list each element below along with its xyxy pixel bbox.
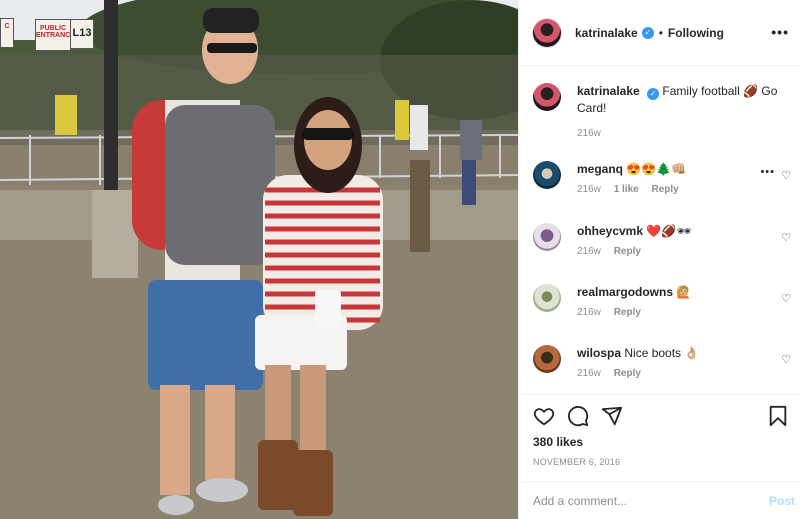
comment-time[interactable]: 216w — [577, 368, 601, 379]
comment-text: Nice boots 👌🏼 — [624, 346, 700, 360]
reply-button[interactable]: Reply — [614, 307, 641, 318]
heart-icon[interactable]: ♡ — [781, 353, 791, 366]
gate-number-sign: L13 — [70, 19, 94, 49]
comment-username[interactable]: meganq — [577, 162, 623, 176]
comment-options-icon[interactable]: ••• — [760, 166, 775, 178]
comment-username[interactable]: wilospa — [577, 346, 621, 360]
list-item: meganq 😍😍🌲👊🏼 216w 1 like Reply ••• ♡ — [533, 161, 791, 195]
reply-button[interactable]: Reply — [614, 368, 641, 379]
avatar[interactable] — [533, 18, 561, 47]
comments-list: katrinalake ✓ Family football 🏈 Go Card!… — [519, 67, 800, 394]
comment-text: ❤️🏈🕶 — [646, 224, 692, 238]
list-item: realmargodowns 🙋🏼 216w Reply ♡ — [533, 284, 791, 318]
public-entrance-sign: PUBLIC ENTRANCE — [35, 19, 75, 51]
heart-icon[interactable]: ♡ — [781, 292, 791, 305]
comment-text: 🙋🏼 — [676, 285, 692, 299]
instagram-post: C PUBLIC ENTRANCE L13 katrinalake ✓ • Fo… — [0, 0, 800, 519]
comment-time[interactable]: 216w — [577, 184, 601, 195]
share-icon[interactable] — [601, 405, 623, 427]
post-photo[interactable]: C PUBLIC ENTRANCE L13 — [0, 0, 518, 519]
following-button[interactable]: Following — [668, 26, 724, 40]
comment-time[interactable]: 216w — [577, 307, 601, 318]
comment-time[interactable]: 216w — [577, 246, 601, 257]
likes-count[interactable]: 380 likes — [533, 435, 583, 449]
comment-input[interactable]: Add a comment... — [533, 494, 627, 508]
verified-badge-icon: ✓ — [641, 26, 654, 39]
action-icons — [533, 405, 789, 429]
avatar[interactable] — [533, 161, 561, 189]
post-actions: 380 likes NOVEMBER 6, 2016 Add a comment… — [519, 394, 800, 518]
avatar[interactable] — [533, 284, 561, 312]
avatar[interactable] — [533, 223, 561, 251]
separator-dot: • — [658, 25, 663, 40]
reply-button[interactable]: Reply — [652, 184, 679, 195]
comment-icon[interactable] — [567, 405, 589, 427]
post-button[interactable]: Post — [769, 494, 795, 508]
bookmark-icon[interactable] — [767, 405, 789, 427]
comment-username[interactable]: ohheycvmk — [577, 224, 643, 238]
caption: katrinalake ✓ Family football 🏈 Go Card!… — [533, 83, 791, 139]
heart-icon[interactable] — [533, 405, 555, 427]
comment-username[interactable]: realmargodowns — [577, 285, 673, 299]
list-item: ohheycvmk ❤️🏈🕶 216w Reply ♡ — [533, 223, 791, 257]
avatar[interactable] — [533, 83, 561, 111]
verified-badge-icon: ✓ — [647, 88, 660, 100]
comment-likes[interactable]: 1 like — [614, 184, 639, 195]
header-username[interactable]: katrinalake — [575, 26, 638, 40]
post-side-panel: katrinalake ✓ • Following ••• katrinalak… — [518, 0, 800, 519]
comment-text: 😍😍🌲👊🏼 — [626, 162, 687, 176]
post-header: katrinalake ✓ • Following ••• — [519, 0, 800, 66]
heart-icon[interactable]: ♡ — [781, 169, 791, 182]
heart-icon[interactable]: ♡ — [781, 231, 791, 244]
caption-time[interactable]: 216w — [577, 128, 601, 139]
avatar[interactable] — [533, 345, 561, 373]
post-date[interactable]: NOVEMBER 6, 2016 — [533, 457, 620, 467]
list-item: wilospa Nice boots 👌🏼 216w Reply ♡ — [533, 345, 791, 379]
add-comment-bar: Add a comment... Post — [519, 481, 800, 519]
reply-button[interactable]: Reply — [614, 246, 641, 257]
ellipsis-icon[interactable]: ••• — [771, 24, 789, 40]
sign-left: C — [0, 18, 14, 48]
caption-username[interactable]: katrinalake — [577, 84, 640, 98]
photo-scene — [0, 0, 518, 519]
